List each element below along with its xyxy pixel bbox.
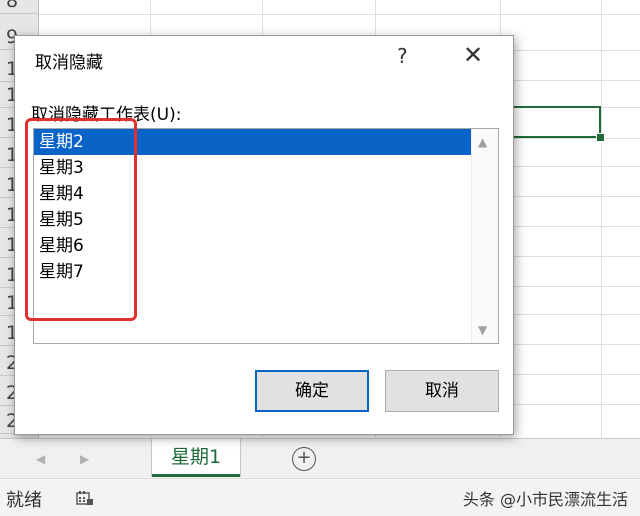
cancel-button[interactable]: 取消 <box>385 370 499 412</box>
sheet-tab-bar: ◀ ▶ 星期1 + <box>0 438 640 479</box>
prev-sheet-icon[interactable]: ◀ <box>36 452 45 466</box>
status-bar: 就绪 头条 @小市民漂流生活 <box>0 478 640 516</box>
close-icon[interactable]: ✕ <box>463 42 483 68</box>
scroll-down-icon[interactable]: ▼ <box>478 323 487 337</box>
next-sheet-icon[interactable]: ▶ <box>80 452 89 466</box>
ok-button[interactable]: 确定 <box>255 370 369 412</box>
help-icon[interactable]: ? <box>397 44 408 68</box>
grid-line <box>39 14 640 15</box>
dialog-title: 取消隐藏 <box>35 53 103 73</box>
add-sheet-icon[interactable]: + <box>292 447 316 471</box>
grid-column-line <box>601 0 602 438</box>
sheet-tab-active[interactable]: 星期1 <box>152 439 240 477</box>
watermark-text: 头条 @小市民漂流生活 <box>462 490 628 509</box>
annotation-highlight-box <box>25 118 137 321</box>
row-number[interactable]: 8 <box>0 0 38 14</box>
unhide-dialog: 取消隐藏 ? ✕ 取消隐藏工作表(U): 星期2 星期3 星期4 星期5 星期6… <box>14 35 514 435</box>
accessibility-icon[interactable] <box>76 490 94 510</box>
active-cell[interactable] <box>500 106 601 138</box>
list-scrollbar[interactable]: ▲ ▼ <box>471 129 498 343</box>
status-ready: 就绪 <box>6 490 42 511</box>
fill-handle[interactable] <box>596 133 605 142</box>
scroll-up-icon[interactable]: ▲ <box>478 135 487 149</box>
